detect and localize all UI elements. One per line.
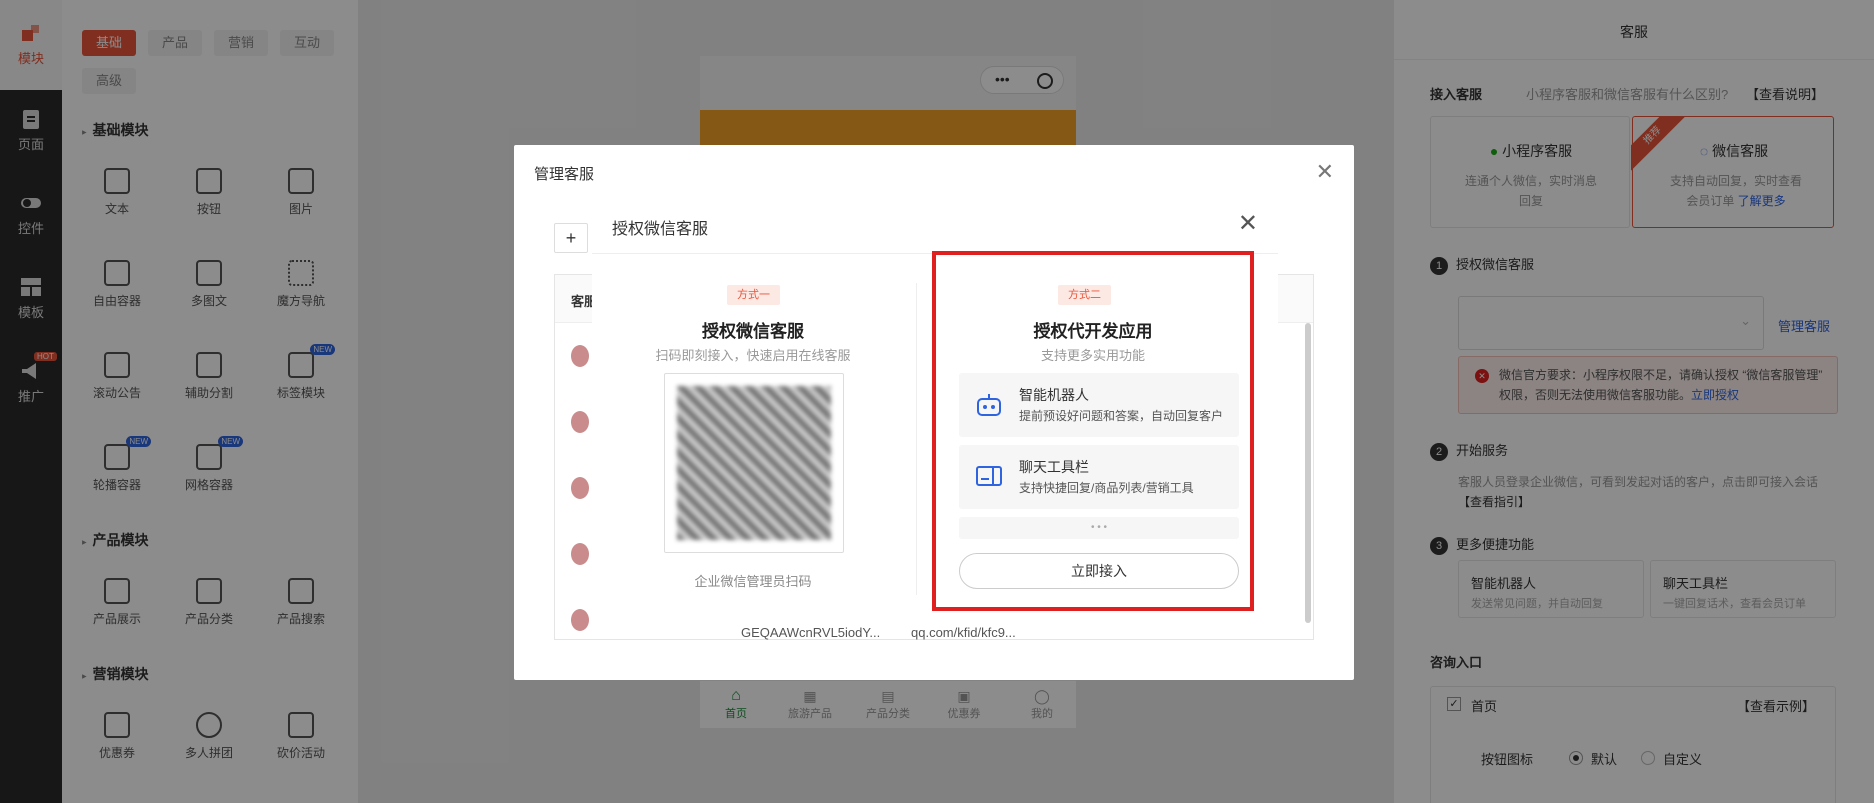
robot-icon [977, 394, 1001, 416]
method-title: 授权微信客服 [702, 322, 804, 341]
authorize-wechat-dialog: 授权微信客服 ✕ 方式一 授权微信客服 扫码即刻接入，快速启用在线客服 企业微信… [592, 197, 1278, 627]
method-title: 授权代开发应用 [1033, 322, 1153, 341]
method-tag: 方式二 [1058, 285, 1111, 305]
close-icon[interactable]: ✕ [1238, 209, 1258, 238]
method-subtitle: 扫码即刻接入，快速启用在线客服 [655, 348, 851, 363]
avatar [571, 609, 589, 631]
qr-pattern [677, 386, 831, 540]
method-tag: 方式一 [727, 285, 780, 305]
scrollbar[interactable] [1305, 323, 1311, 623]
table-cell: qq.com/kfid/kfc9... [911, 625, 1016, 640]
toolbar-icon [976, 466, 1002, 486]
feature-desc: 提前预设好问题和答案，自动回复客户 [1019, 409, 1224, 423]
qr-caption: 企业微信管理员扫码 [694, 574, 812, 589]
feature-robot: 智能机器人 提前预设好问题和答案，自动回复客户 [959, 373, 1239, 437]
avatar [571, 411, 589, 433]
connect-now-button[interactable]: 立即接入 [959, 553, 1239, 589]
avatar [571, 543, 589, 565]
avatar [571, 477, 589, 499]
table-cell: GEQAAWcnRVL5iodY... [741, 625, 881, 640]
avatar [571, 345, 589, 367]
more-features[interactable]: • • • [959, 517, 1239, 539]
dialog-title: 管理客服 [534, 166, 595, 183]
feature-toolbar: 聊天工具栏 支持快捷回复/商品列表/营销工具 [959, 445, 1239, 509]
feature-title: 聊天工具栏 [1019, 459, 1089, 475]
qr-code [664, 373, 844, 553]
highlight-box: 方式二 授权代开发应用 支持更多实用功能 智能机器人 提前预设好问题和答案，自动… [932, 251, 1254, 611]
feature-desc: 支持快捷回复/商品列表/营销工具 [1019, 481, 1194, 495]
feature-title: 智能机器人 [1019, 387, 1089, 403]
dialog-title: 授权微信客服 [612, 221, 709, 238]
add-service-button[interactable]: + [554, 223, 588, 253]
close-icon[interactable]: ✕ [1316, 159, 1334, 185]
method-subtitle: 支持更多实用功能 [1040, 348, 1145, 363]
